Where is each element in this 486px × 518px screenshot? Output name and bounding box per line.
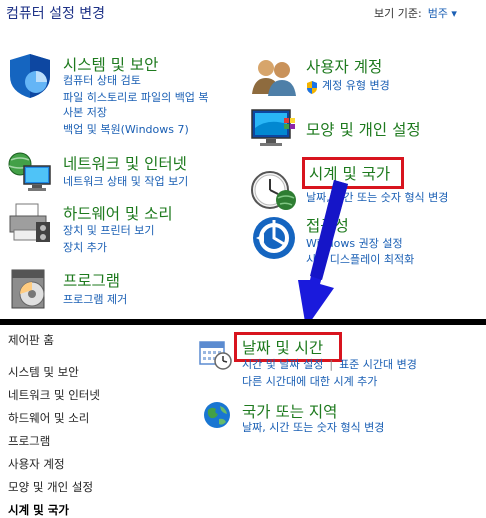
link-change-account-type[interactable]: 계정 유형 변경 xyxy=(322,78,390,93)
link-change-time-zone[interactable]: 표준 시간대 변경 xyxy=(339,358,417,371)
annotation-arrow xyxy=(290,180,360,330)
calendar-clock-icon[interactable] xyxy=(198,336,232,370)
globe-icon[interactable] xyxy=(202,400,232,430)
link-add-device[interactable]: 장치 추가 xyxy=(63,240,107,255)
link-add-clocks[interactable]: 다른 시간대에 대한 시계 추가 xyxy=(242,374,377,389)
category-hardware-sound[interactable]: 하드웨어 및 소리 xyxy=(63,202,173,224)
bottom-link-row-1: 시간 및 날짜 설정 | 표준 시간대 변경 xyxy=(242,357,417,372)
nav-hardware-sound[interactable]: 하드웨어 및 소리 xyxy=(8,410,89,426)
user-accounts-icon[interactable] xyxy=(250,54,298,102)
uac-shield-icon xyxy=(306,79,318,94)
link-region-date-format[interactable]: 날짜, 시간 또는 숫자 형식 변경 xyxy=(242,420,384,435)
link-network-status[interactable]: 네트워크 상태 및 작업 보기 xyxy=(63,174,188,189)
nav-control-panel-home[interactable]: 제어판 홈 xyxy=(8,332,54,348)
category-date-time[interactable]: 날짜 및 시간 xyxy=(242,336,323,358)
appearance-icon[interactable] xyxy=(250,104,298,152)
nav-appearance[interactable]: 모양 및 개인 설정 xyxy=(8,479,93,495)
category-system-security[interactable]: 시스템 및 보안 xyxy=(63,53,158,75)
link-separator: | xyxy=(329,358,334,371)
link-file-history-cont[interactable]: 사본 저장 xyxy=(63,105,107,120)
link-uninstall-program[interactable]: 프로그램 제거 xyxy=(63,292,127,307)
view-by-dropdown[interactable]: 범주 ▾ xyxy=(428,7,457,20)
view-by: 보기 기준: 범주 ▾ xyxy=(374,5,457,21)
category-region[interactable]: 국가 또는 지역 xyxy=(242,400,337,422)
printer-icon[interactable] xyxy=(6,200,54,248)
nav-programs[interactable]: 프로그램 xyxy=(8,433,50,449)
category-network[interactable]: 네트워크 및 인터넷 xyxy=(63,152,187,174)
link-devices-printers[interactable]: 장치 및 프린터 보기 xyxy=(63,223,154,238)
page-title: 컴퓨터 설정 변경 xyxy=(6,6,106,22)
nav-system-security[interactable]: 시스템 및 보안 xyxy=(8,364,79,380)
nav-user-accounts[interactable]: 사용자 계정 xyxy=(8,456,65,472)
category-user-accounts[interactable]: 사용자 계정 xyxy=(306,55,382,77)
category-appearance[interactable]: 모양 및 개인 설정 xyxy=(306,118,421,140)
shield-icon[interactable] xyxy=(6,52,54,100)
link-file-history[interactable]: 파일 히스토리로 파일의 백업 복 xyxy=(63,90,209,105)
view-by-label: 보기 기준: xyxy=(374,7,422,20)
link-set-time-date[interactable]: 시간 및 날짜 설정 xyxy=(242,358,323,371)
nav-network[interactable]: 네트워크 및 인터넷 xyxy=(8,387,100,403)
link-review-status[interactable]: 컴퓨터 상태 검토 xyxy=(63,73,141,88)
programs-icon[interactable] xyxy=(6,264,54,312)
category-programs[interactable]: 프로그램 xyxy=(63,269,120,291)
network-icon[interactable] xyxy=(6,148,54,196)
link-backup-restore[interactable]: 백업 및 복원(Windows 7) xyxy=(63,122,189,137)
nav-clock-region[interactable]: 시계 및 국가 xyxy=(8,502,69,518)
